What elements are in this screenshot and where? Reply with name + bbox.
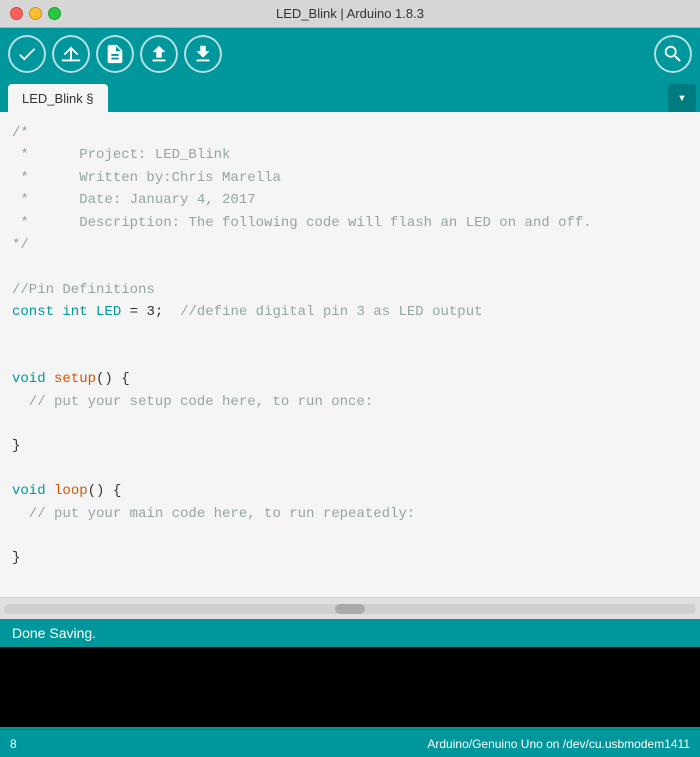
title-bar: LED_Blink | Arduino 1.8.3 bbox=[0, 0, 700, 28]
tabs-bar: LED_Blink § ▾ bbox=[0, 80, 700, 112]
toolbar bbox=[0, 28, 700, 80]
board-info: Arduino/Genuino Uno on /dev/cu.usbmodem1… bbox=[427, 737, 690, 751]
code-line bbox=[12, 346, 688, 368]
horizontal-scrollbar[interactable] bbox=[0, 597, 700, 619]
line-number: 8 bbox=[10, 737, 17, 751]
code-line: /* bbox=[12, 122, 688, 144]
code-editor[interactable]: /* * Project: LED_Blink * Written by:Chr… bbox=[0, 112, 700, 597]
verify-button[interactable] bbox=[8, 35, 46, 73]
save-button[interactable] bbox=[184, 35, 222, 73]
code-line: } bbox=[12, 435, 688, 457]
toolbar-left bbox=[8, 35, 222, 73]
dropdown-icon: ▾ bbox=[678, 90, 686, 107]
code-line bbox=[12, 324, 688, 346]
maximize-button[interactable] bbox=[48, 7, 61, 20]
code-line: } bbox=[12, 547, 688, 569]
window-title: LED_Blink | Arduino 1.8.3 bbox=[276, 6, 424, 21]
status-bar: 8 Arduino/Genuino Uno on /dev/cu.usbmode… bbox=[0, 729, 700, 757]
tab-dropdown-button[interactable]: ▾ bbox=[668, 84, 696, 112]
new-button[interactable] bbox=[96, 35, 134, 73]
tab-label: LED_Blink § bbox=[22, 91, 94, 106]
code-line: void loop() { bbox=[12, 480, 688, 502]
close-button[interactable] bbox=[10, 7, 23, 20]
tabs-bar-inner: LED_Blink § ▾ bbox=[8, 80, 700, 112]
scrollbar-track bbox=[4, 604, 696, 614]
scrollbar-thumb[interactable] bbox=[335, 604, 365, 614]
window-controls bbox=[10, 7, 61, 20]
search-button[interactable] bbox=[654, 35, 692, 73]
code-line: void setup() { bbox=[12, 368, 688, 390]
code-line: const int LED = 3; //define digital pin … bbox=[12, 301, 688, 323]
code-line: * Date: January 4, 2017 bbox=[12, 189, 688, 211]
console-status-message: Done Saving. bbox=[0, 619, 700, 647]
code-line: * Description: The following code will f… bbox=[12, 212, 688, 234]
code-line bbox=[12, 458, 688, 480]
code-line bbox=[12, 525, 688, 547]
active-tab[interactable]: LED_Blink § bbox=[8, 84, 108, 112]
code-line bbox=[12, 256, 688, 278]
code-line: * Project: LED_Blink bbox=[12, 144, 688, 166]
code-line: //Pin Definitions bbox=[12, 279, 688, 301]
code-line: // put your setup code here, to run once… bbox=[12, 391, 688, 413]
code-line: */ bbox=[12, 234, 688, 256]
code-line bbox=[12, 413, 688, 435]
minimize-button[interactable] bbox=[29, 7, 42, 20]
open-button[interactable] bbox=[140, 35, 178, 73]
code-line: // put your main code here, to run repea… bbox=[12, 503, 688, 525]
code-line: * Written by:Chris Marella bbox=[12, 167, 688, 189]
editor-container: /* * Project: LED_Blink * Written by:Chr… bbox=[0, 112, 700, 597]
console-panel: Done Saving. bbox=[0, 619, 700, 729]
console-body bbox=[0, 647, 700, 727]
upload-button[interactable] bbox=[52, 35, 90, 73]
